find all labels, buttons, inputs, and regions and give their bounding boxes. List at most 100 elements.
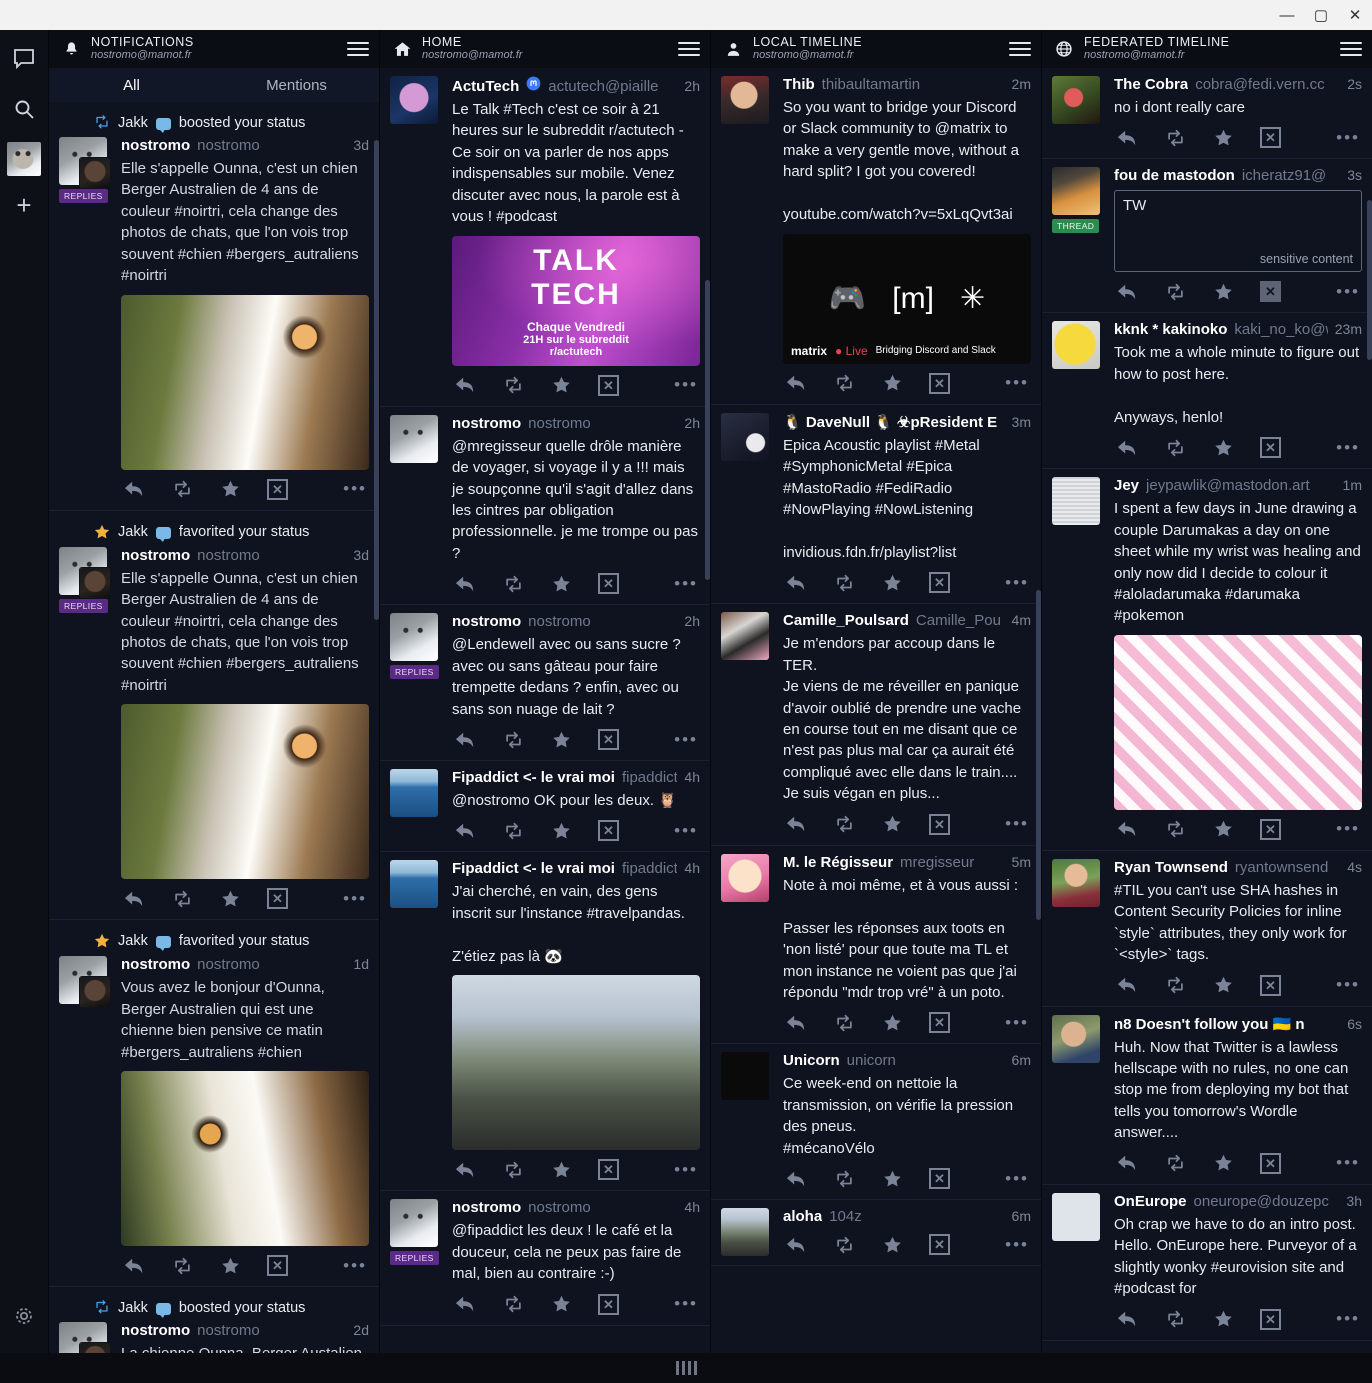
status-item[interactable]: nostromo nostromo 2h @mregisseur quelle drô… — [380, 407, 710, 606]
display-name[interactable]: ActuTech — [452, 78, 519, 95]
column-menu-button[interactable] — [678, 40, 700, 58]
dismiss-box[interactable]: ✕ — [1260, 1152, 1281, 1174]
account-handle[interactable]: nostromo — [197, 137, 346, 154]
account-handle[interactable]: unicorn — [847, 1052, 1005, 1069]
more-options-icon[interactable]: ••• — [1005, 1236, 1029, 1253]
avatar[interactable] — [390, 414, 438, 463]
notification-actor-avatar[interactable] — [79, 976, 111, 1009]
dismiss-icon[interactable]: ✕ — [267, 478, 288, 500]
more-options-icon[interactable]: ••• — [343, 1257, 367, 1274]
more-options-icon[interactable]: ••• — [1005, 815, 1029, 832]
more-options-icon[interactable]: ••• — [1005, 574, 1029, 591]
dismiss-box[interactable]: ✕ — [929, 1012, 950, 1034]
favourite-icon[interactable] — [551, 821, 572, 841]
display-name[interactable]: Jey — [1114, 477, 1139, 494]
boost-icon[interactable] — [171, 479, 194, 499]
column-scrollbar[interactable] — [1367, 200, 1372, 360]
status-item[interactable]: kknk * kakinoko kaki_no_ko@w 23m Took me a … — [1042, 313, 1372, 470]
dismiss-icon[interactable]: ✕ — [598, 820, 619, 842]
avatar[interactable] — [390, 76, 438, 124]
boost-icon[interactable] — [502, 1294, 525, 1314]
more-options-icon[interactable]: ••• — [1336, 1310, 1360, 1327]
dismiss-icon[interactable]: ✕ — [1260, 818, 1281, 840]
boost-icon[interactable] — [1164, 819, 1187, 839]
avatar[interactable] — [1052, 1192, 1100, 1241]
resize-grip[interactable] — [675, 1361, 697, 1375]
dismiss-icon[interactable]: ✕ — [1260, 437, 1281, 459]
dismiss-box[interactable]: ✕ — [929, 1234, 950, 1256]
more-options-icon[interactable]: ••• — [1005, 374, 1029, 391]
dismiss-box[interactable]: ✕ — [598, 729, 619, 750]
dismiss-box[interactable]: ✕ — [1260, 818, 1281, 840]
dismiss-box[interactable]: ✕ — [598, 1159, 619, 1181]
display-name[interactable]: Thib — [783, 76, 815, 93]
dismiss-box[interactable]: ✕ — [1260, 437, 1281, 459]
display-name[interactable]: aloha — [783, 1208, 822, 1225]
status-media-dog-pensive-photo[interactable] — [121, 1071, 369, 1246]
account-handle[interactable]: Camille_Pou — [916, 612, 1005, 629]
status-item[interactable]: n8 Doesn't follow you 🇺🇦 n 6s Huh. Now tha… — [1042, 1007, 1372, 1185]
dismiss-box[interactable]: ✕ — [267, 888, 288, 910]
dismiss-icon[interactable]: ✕ — [929, 1012, 950, 1034]
more-options-icon[interactable]: ••• — [674, 1295, 698, 1312]
display-name[interactable]: nostromo — [121, 1322, 190, 1339]
avatar[interactable] — [390, 613, 438, 662]
more-options-icon[interactable]: ••• — [674, 1161, 698, 1178]
display-name[interactable]: 🐧 DaveNull 🐧 ☣pResident E — [783, 413, 997, 431]
account-handle[interactable]: nostromo — [197, 547, 346, 564]
favourite-icon[interactable] — [220, 1256, 241, 1276]
status-item[interactable]: REPLIES nostromo nostromo 4h @fipaddict les … — [380, 1191, 710, 1326]
notification-actor-avatar[interactable] — [79, 157, 111, 189]
more-options-icon[interactable]: ••• — [1005, 1014, 1029, 1031]
display-name[interactable]: nostromo — [452, 415, 521, 432]
account-handle[interactable]: nostromo — [528, 613, 677, 630]
avatar[interactable] — [1052, 167, 1100, 216]
reply-icon[interactable] — [785, 573, 807, 593]
reply-icon[interactable] — [1116, 282, 1138, 302]
window-maximize-button[interactable]: ▢ — [1304, 0, 1338, 30]
account-avatar[interactable] — [7, 142, 41, 176]
status-media-talk-tech-banner[interactable]: TALK TECH Chaque Vendredi 21H sur le subred… — [452, 235, 700, 366]
account-handle[interactable]: nostromo — [197, 956, 346, 973]
status-media-darumaka-drawing-sheet[interactable] — [1114, 634, 1362, 810]
gear-icon[interactable] — [7, 1299, 41, 1333]
dismiss-box[interactable]: ✕ — [1260, 281, 1281, 303]
dismiss-icon[interactable]: ✕ — [929, 372, 950, 394]
more-options-icon[interactable]: ••• — [1336, 439, 1360, 456]
reply-icon[interactable] — [123, 479, 145, 499]
reply-icon[interactable] — [785, 373, 807, 393]
dismiss-icon[interactable]: ✕ — [598, 1159, 619, 1181]
boost-icon[interactable] — [833, 573, 856, 593]
account-handle[interactable]: fipaddict — [622, 769, 677, 786]
column-body-home[interactable]: ActuTech actutech@piaille 2h Le Talk #Tech … — [380, 68, 710, 1353]
boost-icon[interactable] — [502, 1160, 525, 1180]
status-item[interactable]: Jakk favorited your status REPLIES nostromo… — [49, 511, 379, 921]
account-handle[interactable]: thibaultamartin — [822, 76, 1005, 93]
account-handle[interactable]: kaki_no_ko@w — [1234, 321, 1327, 338]
dismiss-icon[interactable]: ✕ — [267, 1255, 288, 1276]
reply-icon[interactable] — [1116, 975, 1138, 995]
status-item[interactable]: Ryan Townsend ryantownsend 4s #TIL you can'… — [1042, 851, 1372, 1007]
account-handle[interactable]: oneurope@douzepc — [1194, 1193, 1340, 1210]
more-options-icon[interactable]: ••• — [1336, 283, 1360, 300]
reply-icon[interactable] — [123, 1256, 145, 1276]
boost-icon[interactable] — [1164, 438, 1187, 458]
display-name[interactable]: fou de mastodon — [1114, 167, 1235, 184]
dismiss-icon[interactable]: ✕ — [1260, 281, 1281, 303]
reply-icon[interactable] — [1116, 1309, 1138, 1329]
boost-icon[interactable] — [1164, 128, 1187, 148]
account-handle[interactable]: nostromo — [197, 1322, 346, 1339]
reply-icon[interactable] — [785, 1169, 807, 1189]
avatar[interactable] — [721, 1052, 769, 1101]
account-handle[interactable]: cobra@fedi.vern.cc — [1195, 76, 1340, 93]
display-name[interactable]: OnEurope — [1114, 1193, 1187, 1210]
status-media-dog-closeup-photo[interactable] — [121, 294, 369, 470]
display-name[interactable]: Fipaddict <- le vrai moi — [452, 860, 615, 877]
tab-mentions[interactable]: Mentions — [214, 68, 379, 102]
more-options-icon[interactable]: ••• — [343, 480, 367, 497]
status-item[interactable]: 🐧 DaveNull 🐧 ☣pResident E 3m Epica Acousti… — [711, 405, 1041, 605]
display-name[interactable]: nostromo — [121, 956, 190, 973]
column-menu-button[interactable] — [1009, 40, 1031, 58]
boost-icon[interactable] — [171, 889, 194, 909]
status-item[interactable]: Thib thibaultamartin 2m So you want to brid… — [711, 68, 1041, 405]
